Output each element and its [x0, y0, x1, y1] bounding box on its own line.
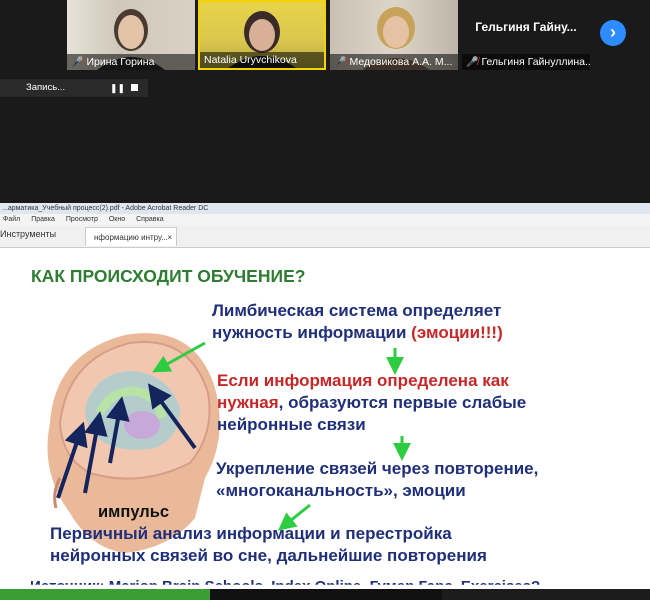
participant-tile-4-no-video[interactable]: Гельгиня Гайну... 🎤̸ Гельгиня Гайнуллина.… — [462, 0, 590, 70]
slide-line: нейронных связей во сне, дальнейшие повт… — [50, 546, 487, 565]
menu-item-window[interactable]: Окно — [109, 216, 125, 223]
tab-document[interactable]: нформацию интру... × — [85, 227, 177, 246]
next-page-button[interactable]: › — [600, 20, 626, 46]
participant-name-bar: Natalia Uryvchikova — [200, 52, 324, 68]
muted-mic-icon: 🎤̸ — [71, 57, 84, 68]
participant-tile-3[interactable]: 🎤̸ Медовикова А.А. М... — [330, 0, 458, 70]
green-arrow-icon — [152, 341, 206, 373]
slide-line: Если информация определена как — [217, 371, 509, 390]
recording-indicator: Запись... ❚❚ — [0, 79, 148, 97]
tab-tools[interactable]: Инструменты — [0, 229, 56, 239]
slide-text-emphasis: (эмоции!!!) — [411, 323, 503, 342]
tab-document-label: нформацию интру... — [94, 233, 168, 242]
recording-label: Запись... — [26, 82, 66, 93]
slide-line: нужность информации (эмоции!!!) — [212, 322, 503, 344]
slide-line: нейронные связи — [217, 415, 366, 434]
menu-item-help[interactable]: Справка — [136, 216, 163, 223]
impulse-arrow-icon — [147, 383, 197, 450]
menu-item-file[interactable]: Файл — [3, 216, 20, 223]
slide-text-block-3: Укрепление связей через повторение, «мно… — [216, 458, 538, 502]
participant-name: Ирина Горина — [86, 56, 155, 68]
window-titlebar: ...арматика_Учебный процесс(2).pdf - Ado… — [0, 203, 650, 214]
participant-name: Медовикова А.А. М... — [349, 56, 453, 68]
slide-line: «многоканальность», эмоции — [216, 481, 466, 500]
stop-recording-icon[interactable] — [131, 84, 138, 91]
impulse-label: импульс — [98, 503, 170, 521]
muted-mic-icon: 🎤̸ — [466, 57, 479, 68]
participant-display-name: Гельгиня Гайну... — [475, 20, 577, 34]
slide-text-block-1: Лимбическая система определяет нужность … — [212, 300, 503, 344]
slide-line: Укрепление связей через повторение, — [216, 459, 539, 478]
tab-bar: Инструменты нформацию интру... × — [0, 225, 650, 248]
slide-text-emphasis: нужная — [217, 393, 279, 412]
menu-bar: Файл Правка Просмотр Окно Справка — [0, 214, 650, 225]
slide-text: , образуются первые слабые — [278, 393, 527, 412]
slide-text-block-2: Если информация определена как нужная, о… — [217, 370, 526, 436]
slide-line: нужная, образуются первые слабые — [217, 392, 526, 414]
green-arrow-icon — [277, 503, 311, 531]
taskbar-segment — [0, 589, 210, 600]
menu-item-view[interactable]: Просмотр — [66, 216, 98, 223]
pause-recording-icon[interactable]: ❚❚ — [110, 79, 125, 97]
slide-line: Первичный анализ информации и перестройк… — [50, 524, 452, 543]
shared-screen: ...арматика_Учебный процесс(2).pdf - Ado… — [0, 203, 650, 600]
participant-tile-2-active-speaker[interactable]: Natalia Uryvchikova — [198, 0, 326, 70]
taskbar-segment — [210, 589, 442, 600]
participant-name-bar: 🎤̸ Медовикова А.А. М... — [330, 54, 458, 70]
impulse-arrow-icon — [106, 396, 130, 464]
slide-line: Лимбическая система определяет — [212, 301, 502, 320]
video-gallery: 🎤̸ Ирина Горина Natalia Uryvchikova 🎤̸ Мед… — [0, 0, 650, 203]
slide-text-block-4: Первичный анализ информации и перестройк… — [50, 523, 487, 567]
close-tab-icon[interactable]: × — [167, 228, 172, 247]
presentation-slide: КАК ПРОИСХОДИТ ОБУЧЕНИЕ? импульс Лимбиче… — [0, 248, 650, 600]
menu-item-edit[interactable]: Правка — [31, 216, 55, 223]
muted-mic-icon: 🎤̸ — [334, 57, 347, 68]
taskbar — [0, 589, 650, 600]
participant-name: Гельгиня Гайнуллина... — [481, 56, 590, 68]
impulse-arrow-icon — [56, 421, 88, 499]
participant-name-bar: 🎤̸ Ирина Горина — [67, 54, 195, 70]
participant-tile-1[interactable]: 🎤̸ Ирина Горина — [67, 0, 195, 70]
slide-text: нужность информации — [212, 323, 407, 342]
participant-name: Natalia Uryvchikova — [204, 54, 297, 66]
participant-name-bar: 🎤̸ Гельгиня Гайнуллина... — [462, 54, 590, 70]
impulse-arrow-icon — [83, 411, 108, 494]
